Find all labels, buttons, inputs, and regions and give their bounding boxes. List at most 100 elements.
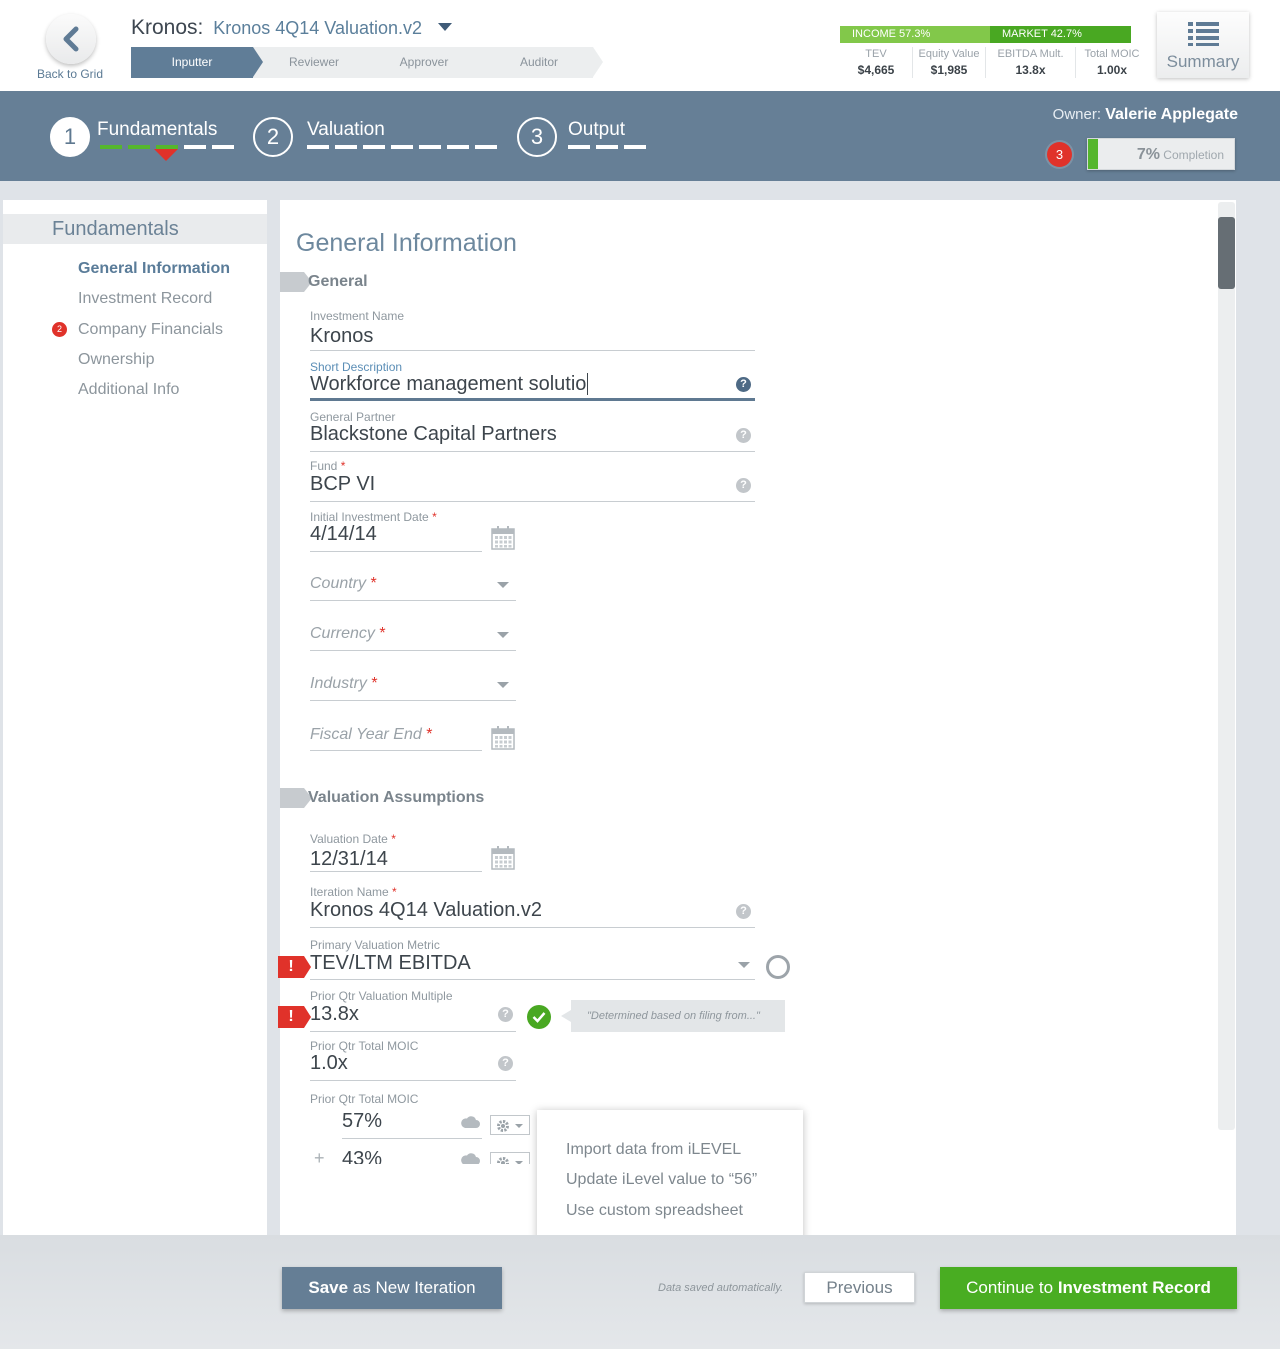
field-underline <box>310 650 516 651</box>
save-as-new-iteration-button[interactable]: Save as New Iteration <box>282 1267 502 1309</box>
back-to-grid-button[interactable] <box>46 14 96 64</box>
progress-dash <box>100 145 122 149</box>
prior-qtr-valuation-multiple-value[interactable]: 13.8x <box>310 1003 359 1026</box>
field-placeholder: Currency * <box>310 625 386 642</box>
short-description-input[interactable]: Workforce management solutio <box>310 373 589 396</box>
section-title-general: General <box>308 273 368 290</box>
kpi-label: Total MOIC <box>1084 48 1140 60</box>
kpi-value: $4,665 <box>857 63 895 77</box>
calendar-icon[interactable] <box>491 726 515 750</box>
sidebar-item-investment-record[interactable]: Investment Record <box>78 290 212 308</box>
completion-percent: 7% <box>1136 146 1160 163</box>
cloud-icon[interactable] <box>460 1152 480 1164</box>
fund-value[interactable]: BCP VI <box>310 473 375 496</box>
summary-label: Summary <box>1166 52 1240 71</box>
settings-dropdown-button[interactable] <box>490 1152 530 1164</box>
sidebar-item-ownership[interactable]: Ownership <box>78 351 154 369</box>
field-placeholder: Fiscal Year End * <box>310 726 433 743</box>
help-icon[interactable]: ? <box>498 1007 513 1022</box>
source-note-tooltip: "Determined based on filing from..." <box>561 1000 785 1032</box>
field-underline <box>310 700 516 701</box>
kpi-value: $1,985 <box>930 63 968 77</box>
field-underline <box>310 551 482 552</box>
chevron-down-icon[interactable] <box>497 632 509 638</box>
phase-number: 3 <box>517 117 557 157</box>
primary-valuation-metric-value[interactable]: TEV/LTM EBITDA <box>310 952 471 975</box>
sidebar-item-additional-info[interactable]: Additional Info <box>78 381 179 399</box>
scrollbar-track[interactable] <box>1218 202 1235 1130</box>
summary-button[interactable]: Summary <box>1157 12 1249 78</box>
help-icon[interactable]: ? <box>498 1056 513 1071</box>
initial-investment-date-value[interactable]: 4/14/14 <box>310 523 377 546</box>
scrollbar-thumb[interactable] <box>1218 217 1235 289</box>
role-inputter[interactable]: Inputter <box>131 47 263 78</box>
menu-item-update-ilevel[interactable]: Update iLevel value to “56” <box>566 1171 757 1189</box>
general-partner-value[interactable]: Blackstone Capital Partners <box>310 423 557 446</box>
workflow-roles: Inputter Reviewer Approver Auditor <box>131 47 603 78</box>
field-underline <box>310 927 755 928</box>
chevron-down-icon[interactable] <box>437 23 452 31</box>
cloud-icon[interactable] <box>460 1115 480 1129</box>
phase-name: Valuation <box>307 119 385 140</box>
alert-count-badge[interactable]: 3 <box>1047 142 1072 167</box>
completion-fill <box>1088 139 1098 169</box>
role-auditor[interactable]: Auditor <box>473 47 603 78</box>
phase-name: Fundamentals <box>97 119 218 140</box>
settings-dropdown-button[interactable] <box>490 1115 530 1135</box>
calendar-icon[interactable] <box>491 526 515 550</box>
progress-dash <box>307 145 329 149</box>
sidebar-item-company-financials[interactable]: Company Financials <box>78 321 223 339</box>
progress-dash <box>419 145 441 149</box>
company-name: Kronos: <box>131 16 204 39</box>
progress-dash <box>391 145 413 149</box>
iteration-selector[interactable]: Kronos 4Q14 Valuation.v2 <box>213 18 422 38</box>
progress-dash <box>363 145 385 149</box>
completion-text: 7% Completion <box>1137 146 1224 164</box>
status-ring-icon[interactable] <box>766 955 790 979</box>
back-to-grid-label[interactable]: Back to Grid <box>30 67 110 81</box>
field-label: Valuation Date * <box>310 832 396 846</box>
sidebar-item-general-information[interactable]: General Information <box>78 260 230 278</box>
field-placeholder: Industry * <box>310 675 378 692</box>
calendar-icon[interactable] <box>491 846 515 870</box>
chevron-down-icon[interactable] <box>738 962 750 968</box>
gear-icon <box>497 1157 509 1164</box>
help-icon[interactable]: ? <box>736 904 751 919</box>
chevron-down-icon[interactable] <box>497 682 509 688</box>
menu-item-custom-spreadsheet[interactable]: Use custom spreadsheet <box>566 1202 743 1220</box>
top-bar: Back to Grid Kronos: Kronos 4Q14 Valuati… <box>0 0 1280 91</box>
role-approver[interactable]: Approver <box>363 47 483 78</box>
iteration-name-value[interactable]: Kronos 4Q14 Valuation.v2 <box>310 899 542 922</box>
warning-flag-icon[interactable]: ! <box>278 956 311 978</box>
help-icon[interactable]: ? <box>736 377 751 392</box>
phase-number: 2 <box>253 117 293 157</box>
kpi-value: 1.00x <box>1096 63 1128 77</box>
gear-icon <box>497 1120 509 1132</box>
field-underline <box>310 501 755 502</box>
menu-item-import-ilevel[interactable]: Import data from iLEVEL <box>566 1141 741 1159</box>
help-icon[interactable]: ? <box>736 428 751 443</box>
chevron-down-icon[interactable] <box>497 582 509 588</box>
warning-flag-icon[interactable]: ! <box>278 1006 311 1028</box>
kpi-tev: TEV $4,665 <box>840 47 913 78</box>
role-reviewer[interactable]: Reviewer <box>253 47 373 78</box>
owner-name: Valerie Applegate <box>1105 106 1238 123</box>
owner-label: Owner: <box>1052 106 1102 123</box>
continue-button[interactable]: Continue to Investment Record <box>940 1267 1237 1309</box>
progress-dash <box>624 145 646 149</box>
completion-label: Completion <box>1163 148 1224 162</box>
add-row-icon[interactable]: + <box>314 1148 325 1164</box>
checkmark-icon[interactable] <box>527 1005 551 1029</box>
progress-dash <box>335 145 357 149</box>
prior-qtr-total-moic-value[interactable]: 1.0x <box>310 1052 348 1075</box>
field-label: General Partner <box>310 410 396 424</box>
moic-split-value-a[interactable]: 57% <box>342 1110 382 1133</box>
investment-name-value[interactable]: Kronos <box>310 325 373 348</box>
valuation-date-value[interactable]: 12/31/14 <box>310 848 388 871</box>
field-underline <box>310 600 516 601</box>
field-underline <box>310 750 482 751</box>
previous-button[interactable]: Previous <box>804 1272 915 1303</box>
field-label: Investment Name <box>310 309 405 323</box>
moic-split-value-b[interactable]: 43% <box>342 1148 382 1164</box>
help-icon[interactable]: ? <box>736 478 751 493</box>
